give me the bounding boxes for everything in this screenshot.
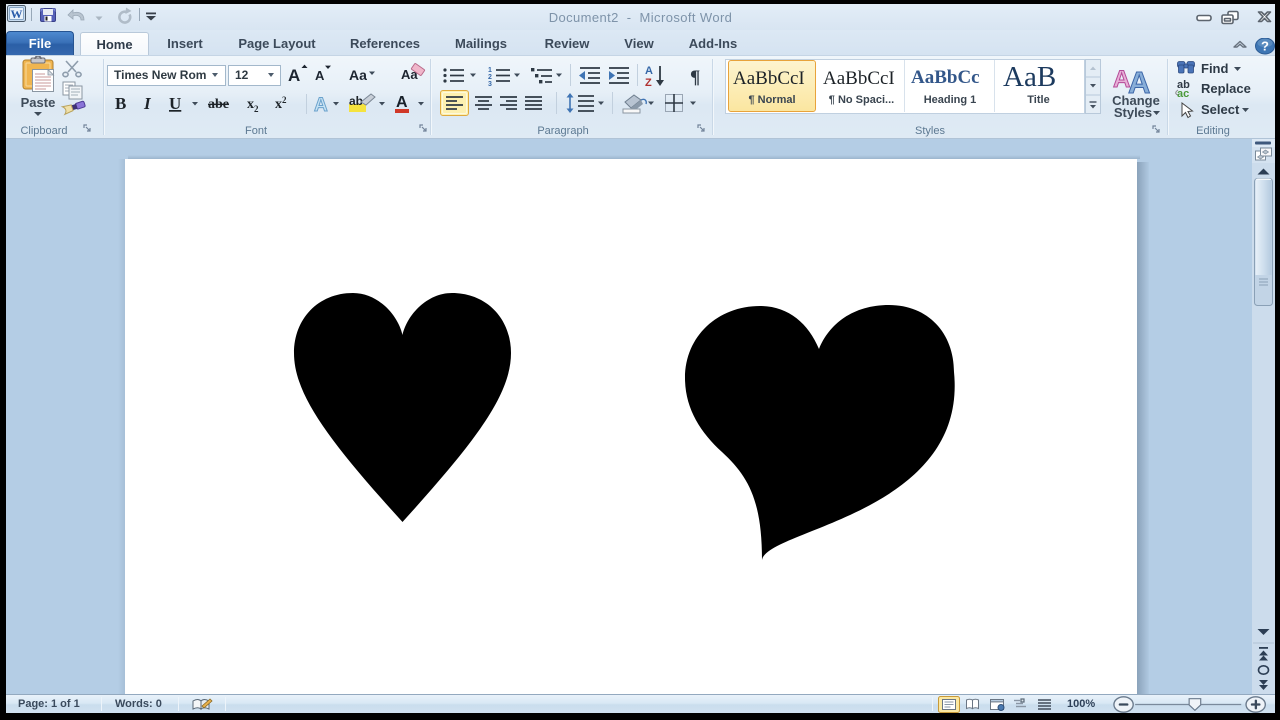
svg-text:A: A: [314, 95, 328, 116]
svg-text:2: 2: [254, 104, 259, 114]
svg-text:¶: ¶: [690, 67, 700, 88]
svg-text:B: B: [115, 94, 126, 113]
svg-text:Paste: Paste: [21, 95, 56, 110]
svg-text:ac: ac: [1177, 88, 1189, 100]
svg-text:1: 1: [488, 67, 492, 74]
svg-text:Select: Select: [1201, 102, 1240, 117]
svg-text:Find: Find: [1201, 61, 1228, 76]
svg-text:U: U: [169, 94, 181, 113]
svg-text:Replace: Replace: [1201, 81, 1251, 96]
svg-text:W: W: [11, 7, 23, 21]
svg-text:x: x: [275, 97, 282, 112]
svg-text:?: ?: [1261, 39, 1269, 54]
svg-text:2: 2: [488, 74, 492, 81]
svg-text:Aa: Aa: [349, 67, 367, 83]
svg-text:x: x: [247, 97, 254, 112]
svg-text:A: A: [645, 65, 653, 77]
svg-text:3: 3: [488, 81, 492, 88]
svg-text:abe: abe: [208, 97, 229, 112]
svg-text:A: A: [315, 68, 325, 83]
svg-text:I: I: [143, 94, 152, 113]
svg-text:A: A: [396, 94, 408, 111]
svg-text:2: 2: [282, 95, 287, 105]
svg-text:ab: ab: [349, 94, 363, 108]
svg-text:A: A: [288, 66, 300, 85]
svg-text:Styles: Styles: [1114, 105, 1152, 119]
svg-text:Z: Z: [645, 77, 652, 89]
